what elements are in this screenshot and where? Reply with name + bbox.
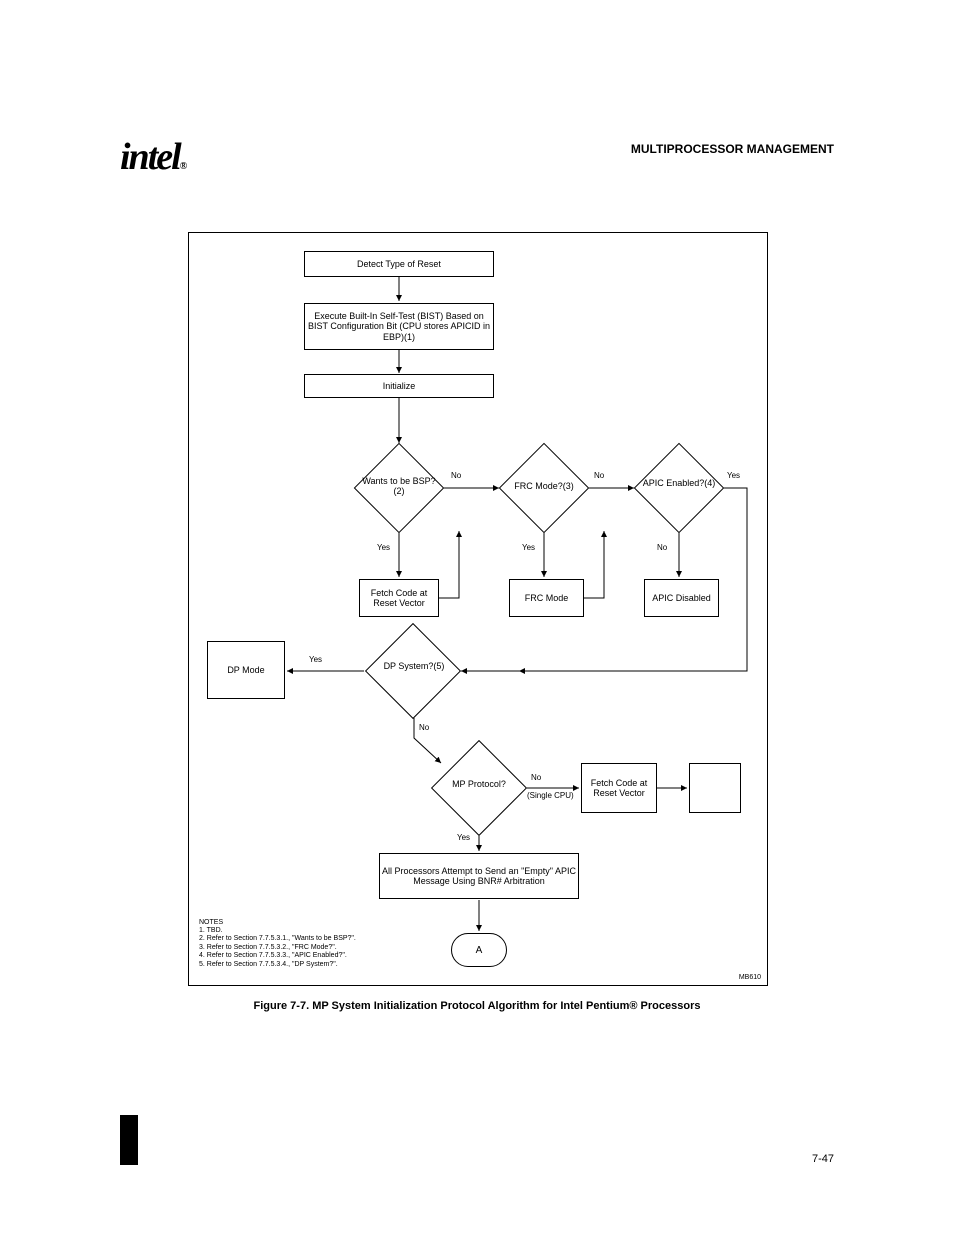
label-want-bsp: Wants to be BSP?(2)	[359, 476, 439, 497]
node-apic-disabled: APIC Disabled	[644, 579, 719, 617]
edge-single-cpu: (Single CPU)	[527, 791, 574, 800]
node-detect-reset: Detect Type of Reset	[304, 251, 494, 277]
figure-notes: NOTES 1. TBD. 2. Refer to Section 7.7.5.…	[199, 919, 356, 969]
edge-d4-yes: Yes	[309, 655, 322, 664]
logo-mark: ®	[180, 161, 185, 172]
node-fetch-code-a: Fetch Code at Reset Vector	[359, 579, 439, 617]
edge-d2-no: No	[594, 471, 604, 480]
edge-d5-yes: Yes	[457, 833, 470, 842]
sidebar-tab-icon	[120, 1115, 138, 1165]
logo-text: intel	[120, 136, 180, 178]
edge-d1-yes: Yes	[377, 543, 390, 552]
figure-caption: Figure 7-7. MP System Initialization Pro…	[0, 1000, 954, 1012]
node-fetch-code-b: Fetch Code at Reset Vector	[581, 763, 657, 813]
label-apic-enabled-q: APIC Enabled?(4)	[641, 478, 717, 488]
edge-d3-yes: Yes	[727, 471, 740, 480]
label-dp-system-q: DP System?(5)	[374, 661, 454, 671]
intel-logo: intel®	[120, 135, 185, 179]
node-frc-mode-a: FRC Mode	[509, 579, 584, 617]
page-number: 7-47	[812, 1153, 834, 1165]
node-fetch-code-b-ext	[689, 763, 741, 813]
page: intel® MULTIPROCESSOR MANAGEMENT	[0, 0, 954, 1235]
node-initialize: Initialize	[304, 374, 494, 398]
figure-id: MB610	[739, 974, 761, 981]
node-attempt-bnr: All Processors Attempt to Send an "Empty…	[379, 853, 579, 899]
label-frc-mode-q: FRC Mode?(3)	[507, 481, 581, 491]
edge-d4-no: No	[419, 723, 429, 732]
edge-d5-no: No	[531, 773, 541, 782]
page-header: MULTIPROCESSOR MANAGEMENT	[631, 142, 834, 156]
node-terminal-a: A	[451, 933, 507, 967]
label-mp-protocol-q: MP Protocol?	[439, 779, 519, 789]
edge-d2-yes: Yes	[522, 543, 535, 552]
figure-frame: Detect Type of Reset Execute Built-In Se…	[188, 232, 768, 986]
edge-d3-no: No	[657, 543, 667, 552]
node-execute-bist: Execute Built-In Self-Test (BIST) Based …	[304, 303, 494, 350]
edge-d1-no: No	[451, 471, 461, 480]
node-dp-mode: DP Mode	[207, 641, 285, 699]
